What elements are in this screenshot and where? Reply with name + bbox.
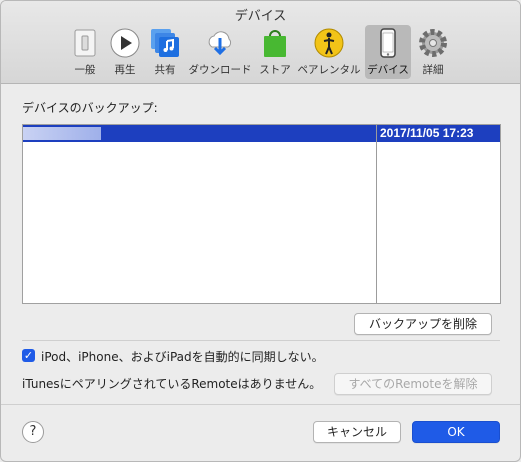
backup-section-label: デバイスのバックアップ: xyxy=(22,101,158,115)
ok-button[interactable]: OK xyxy=(412,421,500,443)
column-divider[interactable] xyxy=(376,125,377,303)
backup-device-name xyxy=(23,127,101,140)
tab-store[interactable]: ストア xyxy=(257,25,293,79)
table-row[interactable]: 2017/11/05 17:23 xyxy=(23,125,500,142)
cancel-button[interactable]: キャンセル xyxy=(313,421,401,443)
iphone-icon xyxy=(380,28,396,58)
backup-table[interactable]: 2017/11/05 17:23 xyxy=(22,124,501,304)
tab-store-label: ストア xyxy=(259,64,291,76)
tab-sharing-label: 共有 xyxy=(154,64,176,76)
cloud-download-icon xyxy=(208,31,232,56)
parental-icon xyxy=(314,28,344,58)
gear-icon xyxy=(419,29,447,57)
preferences-window: デバイス 一般 再生 共有 ダウンロード ストア ペアレンタル デバイス 詳細 … xyxy=(0,0,521,462)
toolbar: デバイス 一般 再生 共有 ダウンロード ストア ペアレンタル デバイス 詳細 xyxy=(1,1,520,84)
tab-general-label: 一般 xyxy=(74,64,96,76)
shopping-bag-icon xyxy=(264,30,286,57)
tab-general[interactable]: 一般 xyxy=(67,25,103,79)
help-button[interactable]: ? xyxy=(22,421,44,443)
reset-remotes-button[interactable]: すべてのRemoteを解除 xyxy=(334,373,492,395)
tab-advanced-label: 詳細 xyxy=(422,64,444,76)
tab-downloads-label: ダウンロード xyxy=(188,64,252,76)
tab-parental[interactable]: ペアレンタル xyxy=(297,25,361,79)
window-title: デバイス xyxy=(234,9,287,24)
prevent-sync-checkbox[interactable]: ✓ xyxy=(22,349,35,362)
delete-backup-button[interactable]: バックアップを削除 xyxy=(354,313,492,335)
prevent-sync-label[interactable]: iPod、iPhone、およびiPadを自動的に同期しない。 xyxy=(41,348,324,365)
tab-devices[interactable]: デバイス xyxy=(365,25,411,79)
tab-advanced[interactable]: 詳細 xyxy=(415,25,451,79)
footer-divider xyxy=(1,404,520,405)
tab-downloads[interactable]: ダウンロード xyxy=(187,25,253,79)
switch-icon xyxy=(74,29,96,57)
remote-status-text: iTunesにペアリングされているRemoteはありません。 xyxy=(22,377,322,391)
backup-date: 2017/11/05 17:23 xyxy=(380,126,474,140)
tab-playback[interactable]: 再生 xyxy=(107,25,143,79)
divider xyxy=(22,340,500,341)
tab-parental-label: ペアレンタル xyxy=(297,64,361,76)
music-library-icon xyxy=(151,29,179,57)
tab-sharing[interactable]: 共有 xyxy=(147,25,183,79)
tab-playback-label: 再生 xyxy=(114,64,136,76)
play-icon xyxy=(110,28,140,58)
tab-devices-label: デバイス xyxy=(367,64,409,76)
